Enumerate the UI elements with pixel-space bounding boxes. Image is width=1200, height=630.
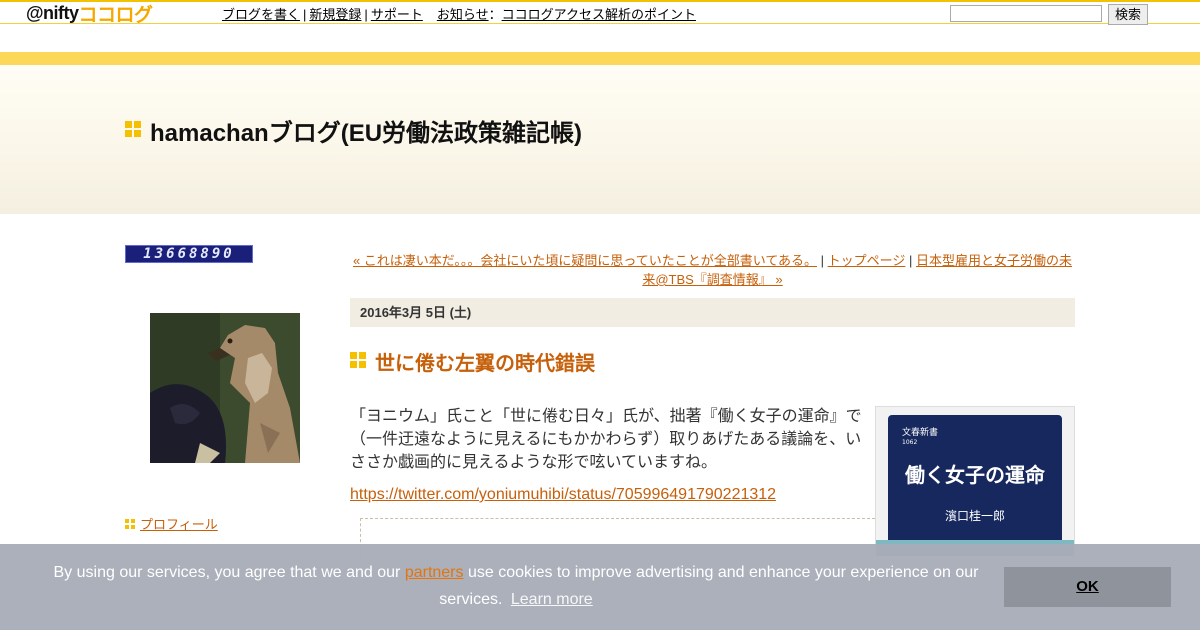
twitter-status-link[interactable]: https://twitter.com/yoniumuhibi/status/7… (350, 486, 776, 503)
profile-link[interactable]: プロフィール (140, 514, 218, 533)
header-stripe (0, 52, 1200, 65)
news-colon: ： (488, 7, 502, 22)
cookie-ok-button[interactable]: OK (1004, 567, 1171, 607)
top-nav: ブログを書く | 新規登録 | サポート お知らせ：ココログアクセス解析のポイント (222, 4, 696, 23)
post-date: 2016年3月 5日 (土) (350, 298, 1075, 327)
news-item-link[interactable]: ココログアクセス解析のポイント (502, 7, 696, 22)
post-navigation: « これは凄い本だ。。。会社にいた頃に疑問に思っていたことが全部書いてある。 |… (350, 251, 1075, 289)
nav-separator: | (820, 253, 824, 268)
book-image[interactable]: 文春新書 1062 働く女子の運命 濱口桂一郎 (875, 406, 1075, 556)
search-button[interactable]: 検索 (1108, 4, 1148, 25)
top-page-link[interactable]: トップページ (828, 253, 906, 268)
blog-title[interactable]: hamachanブログ(EU労働法政策雑記帳) (150, 113, 582, 148)
title-squares-icon (125, 121, 141, 137)
nav-separator: | (303, 7, 307, 22)
access-counter: 13668890 (125, 245, 253, 263)
nav-separator: | (364, 7, 368, 22)
nav-separator: | (909, 253, 913, 268)
nifty-cocolog-logo[interactable]: @nifty ココログ (26, 2, 154, 26)
post-title-squares-icon (350, 352, 366, 368)
partners-link[interactable]: partners (405, 564, 464, 581)
post-body-text: 「ヨニウム」氏こと「世に倦む日々」氏が、拙著『働く女子の運命』で（一件迂遠なよう… (350, 408, 862, 471)
bullet-squares-icon (125, 518, 135, 529)
post-twitter-link-wrap: https://twitter.com/yoniumuhibi/status/7… (350, 486, 776, 504)
nifty-logo-text: @nifty (26, 2, 79, 23)
book-number: 1062 (902, 439, 918, 446)
book-cover: 文春新書 1062 働く女子の運命 濱口桂一郎 (888, 415, 1062, 555)
cookie-text-before: By using our services, you agree that we… (53, 564, 401, 581)
profile-photo (150, 313, 300, 463)
book-title: 働く女子の運命 (905, 463, 1045, 487)
support-link[interactable]: サポート (371, 7, 423, 22)
cookie-consent-banner: By using our services, you agree that we… (0, 544, 1200, 630)
cocolog-logo-text: ココログ (78, 4, 154, 26)
nifty-top-bar: @nifty ココログ ブログを書く | 新規登録 | サポート お知らせ：ココログアクセス… (0, 0, 1200, 26)
previous-post-link[interactable]: « これは凄い本だ。。。会社にいた頃に疑問に思っていたことが全部書いてある。 (353, 253, 817, 268)
write-blog-link[interactable]: ブログを書く (222, 7, 300, 22)
book-author: 濱口桂一郎 (944, 509, 1005, 523)
search-input[interactable] (950, 5, 1102, 22)
sidebar-item-profile[interactable]: プロフィール (125, 514, 218, 533)
post-title[interactable]: 世に倦む左翼の時代錯誤 (375, 347, 595, 376)
news-link[interactable]: お知らせ (437, 7, 489, 22)
cookie-message: By using our services, you agree that we… (40, 559, 992, 613)
book-series: 文春新書 (902, 428, 939, 438)
register-link[interactable]: 新規登録 (309, 7, 361, 22)
learn-more-link[interactable]: Learn more (511, 591, 593, 608)
